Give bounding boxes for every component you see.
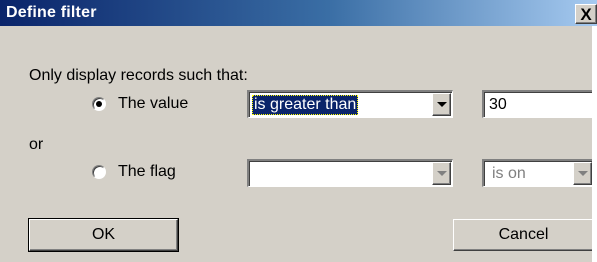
ok-button-label: OK bbox=[91, 226, 116, 243]
or-label: or bbox=[29, 136, 44, 153]
title-bar[interactable]: Define filter X bbox=[0, 0, 597, 26]
value-input[interactable]: 30 bbox=[482, 90, 594, 118]
chevron-down-icon bbox=[436, 171, 447, 176]
close-icon: X bbox=[580, 4, 592, 24]
value-input-text: 30 bbox=[489, 96, 507, 113]
ok-button[interactable]: OK bbox=[28, 218, 179, 252]
window-edge bbox=[592, 26, 597, 262]
operator-selected-value: is greater than bbox=[252, 95, 359, 115]
value-radio[interactable] bbox=[92, 97, 106, 111]
value-radio-label: The value bbox=[118, 95, 189, 112]
flag-state-value: is on bbox=[492, 165, 526, 182]
cancel-button-label: Cancel bbox=[498, 226, 549, 243]
filter-prompt-label: Only display records such that: bbox=[29, 67, 248, 84]
cancel-button[interactable]: Cancel bbox=[453, 219, 594, 251]
dialog-title: Define filter bbox=[6, 4, 97, 21]
flag-dropdown-button[interactable] bbox=[432, 162, 451, 185]
flag-radio[interactable] bbox=[92, 165, 106, 179]
flag-combobox[interactable] bbox=[247, 159, 453, 187]
close-button[interactable]: X bbox=[575, 4, 597, 24]
radio-selected-dot bbox=[96, 101, 102, 107]
chevron-down-icon bbox=[577, 171, 588, 176]
flag-state-combobox[interactable]: is on bbox=[482, 159, 594, 187]
chevron-down-icon bbox=[436, 102, 447, 107]
flag-radio-label: The flag bbox=[118, 163, 176, 180]
flag-selected-value bbox=[252, 164, 256, 184]
operator-combobox[interactable]: is greater than bbox=[247, 90, 453, 118]
define-filter-dialog: Define filter X Only display records suc… bbox=[0, 0, 597, 262]
operator-dropdown-button[interactable] bbox=[432, 93, 451, 116]
flag-state-dropdown-button[interactable] bbox=[573, 162, 592, 185]
